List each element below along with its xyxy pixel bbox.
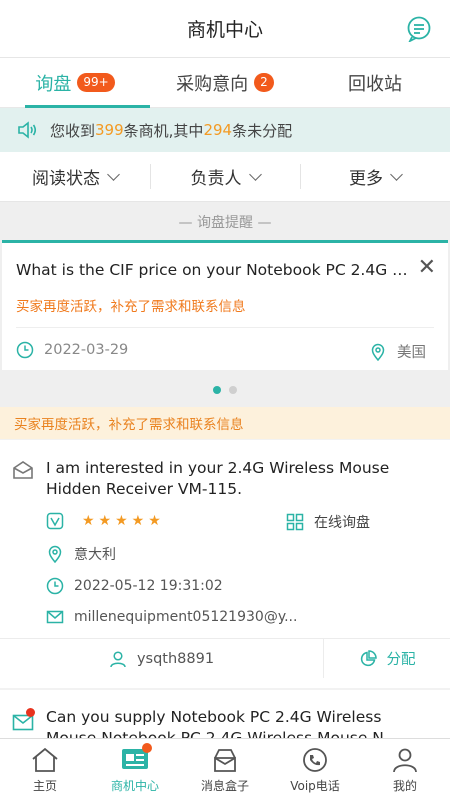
filter-more[interactable]: 更多	[300, 152, 450, 201]
envelope-icon	[46, 610, 64, 624]
nav-home-label: 主页	[32, 779, 57, 793]
chevron-down-icon	[248, 167, 262, 181]
tab-inquiry-badge: 99+	[77, 73, 115, 92]
inquiry-time-row: 2022-05-12 19:31:02	[46, 577, 223, 595]
carousel-dot[interactable]	[229, 386, 237, 394]
divider	[16, 327, 434, 328]
tab-inquiry-label: 询盘	[35, 73, 72, 95]
pie-chart-icon	[360, 649, 377, 666]
filter-owner[interactable]: 负责人	[150, 152, 300, 201]
nav-business-center-label: 商机中心	[110, 779, 159, 793]
nav-voip-phone[interactable]: Voip电话	[270, 739, 360, 800]
app: 商机中心 询盘 99+ 采购意向 2 回收站 您收到 399 条商机,其中 294 条未…	[0, 0, 450, 800]
nav-message-box-label: 消息盒子	[200, 779, 249, 793]
reminder-card[interactable]: What is the CIF price on your Notebook P…	[2, 240, 448, 370]
inquiry-datetime: 2022-05-12 19:31:02	[74, 578, 223, 594]
bottom-nav: 主页 商机中心 消息盒子 Voip电话 我的	[0, 738, 450, 800]
nav-message-box[interactable]: 消息盒子	[180, 739, 270, 800]
filter-read-status-label: 阅读状态	[32, 169, 100, 189]
inquiry-title: I am interested in your 2.4G Wireless Mo…	[46, 459, 390, 498]
speaker-icon	[18, 121, 37, 139]
reminder-date-row: 2022-03-29	[16, 341, 128, 359]
filter-more-label: 更多	[349, 169, 383, 189]
nav-notification-dot	[142, 743, 152, 753]
grid-icon	[286, 513, 304, 531]
notice-suffix: 条未分配	[232, 121, 293, 140]
location-pin-icon	[371, 343, 385, 361]
chevron-down-icon	[390, 167, 403, 181]
message-box-icon	[214, 749, 236, 772]
voip-phone-icon	[303, 748, 327, 772]
assign-label: 分配	[386, 652, 416, 668]
inquiry-rating-row: ★★★★★	[46, 512, 165, 530]
carousel-indicator	[0, 386, 450, 394]
assign-button[interactable]: 分配	[324, 639, 450, 678]
star-rating: ★★★★★	[82, 513, 165, 529]
notice-unassigned: 294	[203, 121, 233, 139]
nav-profile-label: 我的	[392, 779, 417, 793]
nav-voip-phone-label: Voip电话	[290, 779, 340, 793]
mail-read-icon	[13, 461, 33, 479]
notice-bar: 您收到 399 条商机,其中 294 条未分配	[0, 108, 450, 152]
clock-icon	[16, 341, 34, 359]
inquiry-email-row: millenequipment05121930@y...	[46, 608, 297, 626]
inquiry-channel-row: 在线询盘	[286, 512, 370, 532]
owner-name: ysqth8891	[136, 650, 215, 667]
inquiry-country: 意大利	[74, 547, 116, 563]
profile-icon	[393, 748, 417, 773]
notice-total: 399	[95, 121, 124, 139]
notice-prefix: 您收到	[50, 121, 96, 140]
close-icon[interactable]: ✕	[418, 255, 436, 280]
tab-recycle-bin[interactable]: 回收站	[300, 58, 450, 107]
notice-middle: 条商机,其中	[123, 121, 204, 140]
home-icon	[32, 747, 58, 772]
inquiry-email: millenequipment05121930@y...	[74, 609, 298, 625]
page-title: 商机中心	[186, 19, 263, 41]
unread-dot	[26, 708, 35, 717]
tab-inquiry[interactable]: 询盘 99+	[0, 58, 150, 108]
tab-bar: 询盘 99+ 采购意向 2 回收站	[0, 58, 450, 108]
top-bar: 商机中心	[0, 0, 450, 58]
reminder-question: What is the CIF price on your Notebook P…	[16, 261, 411, 279]
nav-business-center[interactable]: 商机中心	[90, 739, 180, 800]
inquiry-item[interactable]: I am interested in your 2.4G Wireless Mo…	[0, 440, 450, 688]
filter-read-status[interactable]: 阅读状态	[0, 152, 150, 201]
level-icon	[46, 512, 64, 530]
filter-bar: 阅读状态 负责人 更多	[0, 152, 450, 202]
filter-owner-label: 负责人	[190, 169, 242, 189]
owner-button[interactable]: ysqth8891	[0, 639, 324, 678]
tab-purchase-intent-badge: 2	[254, 73, 274, 92]
user-icon	[110, 650, 126, 667]
reminder-country: 美国	[397, 345, 426, 361]
chat-bubble-icon[interactable]	[406, 16, 432, 42]
reminder-date: 2022-03-29	[44, 342, 129, 358]
tab-purchase-intent[interactable]: 采购意向 2	[150, 58, 300, 107]
activity-banner: 买家再度活跃，补充了需求和联系信息	[0, 407, 450, 439]
tab-recycle-bin-label: 回收站	[348, 73, 402, 95]
chevron-down-icon	[107, 167, 120, 181]
inquiry-channel: 在线询盘	[314, 515, 370, 531]
inquiry-footer: ysqth8891 分配	[0, 638, 450, 678]
reminder-location-row: 美国	[369, 341, 426, 362]
location-pin-icon	[48, 545, 62, 563]
reminder-subtitle: 买家再度活跃，补充了需求和联系信息	[16, 299, 246, 315]
tab-purchase-intent-label: 采购意向	[176, 73, 249, 95]
reminder-heading: — 询盘提醒 —	[178, 215, 272, 231]
inquiry-country-row: 意大利	[46, 544, 116, 564]
nav-home[interactable]: 主页	[0, 739, 90, 800]
nav-profile[interactable]: 我的	[360, 739, 450, 800]
carousel-dot-active[interactable]	[213, 386, 221, 394]
clock-icon	[46, 577, 64, 595]
